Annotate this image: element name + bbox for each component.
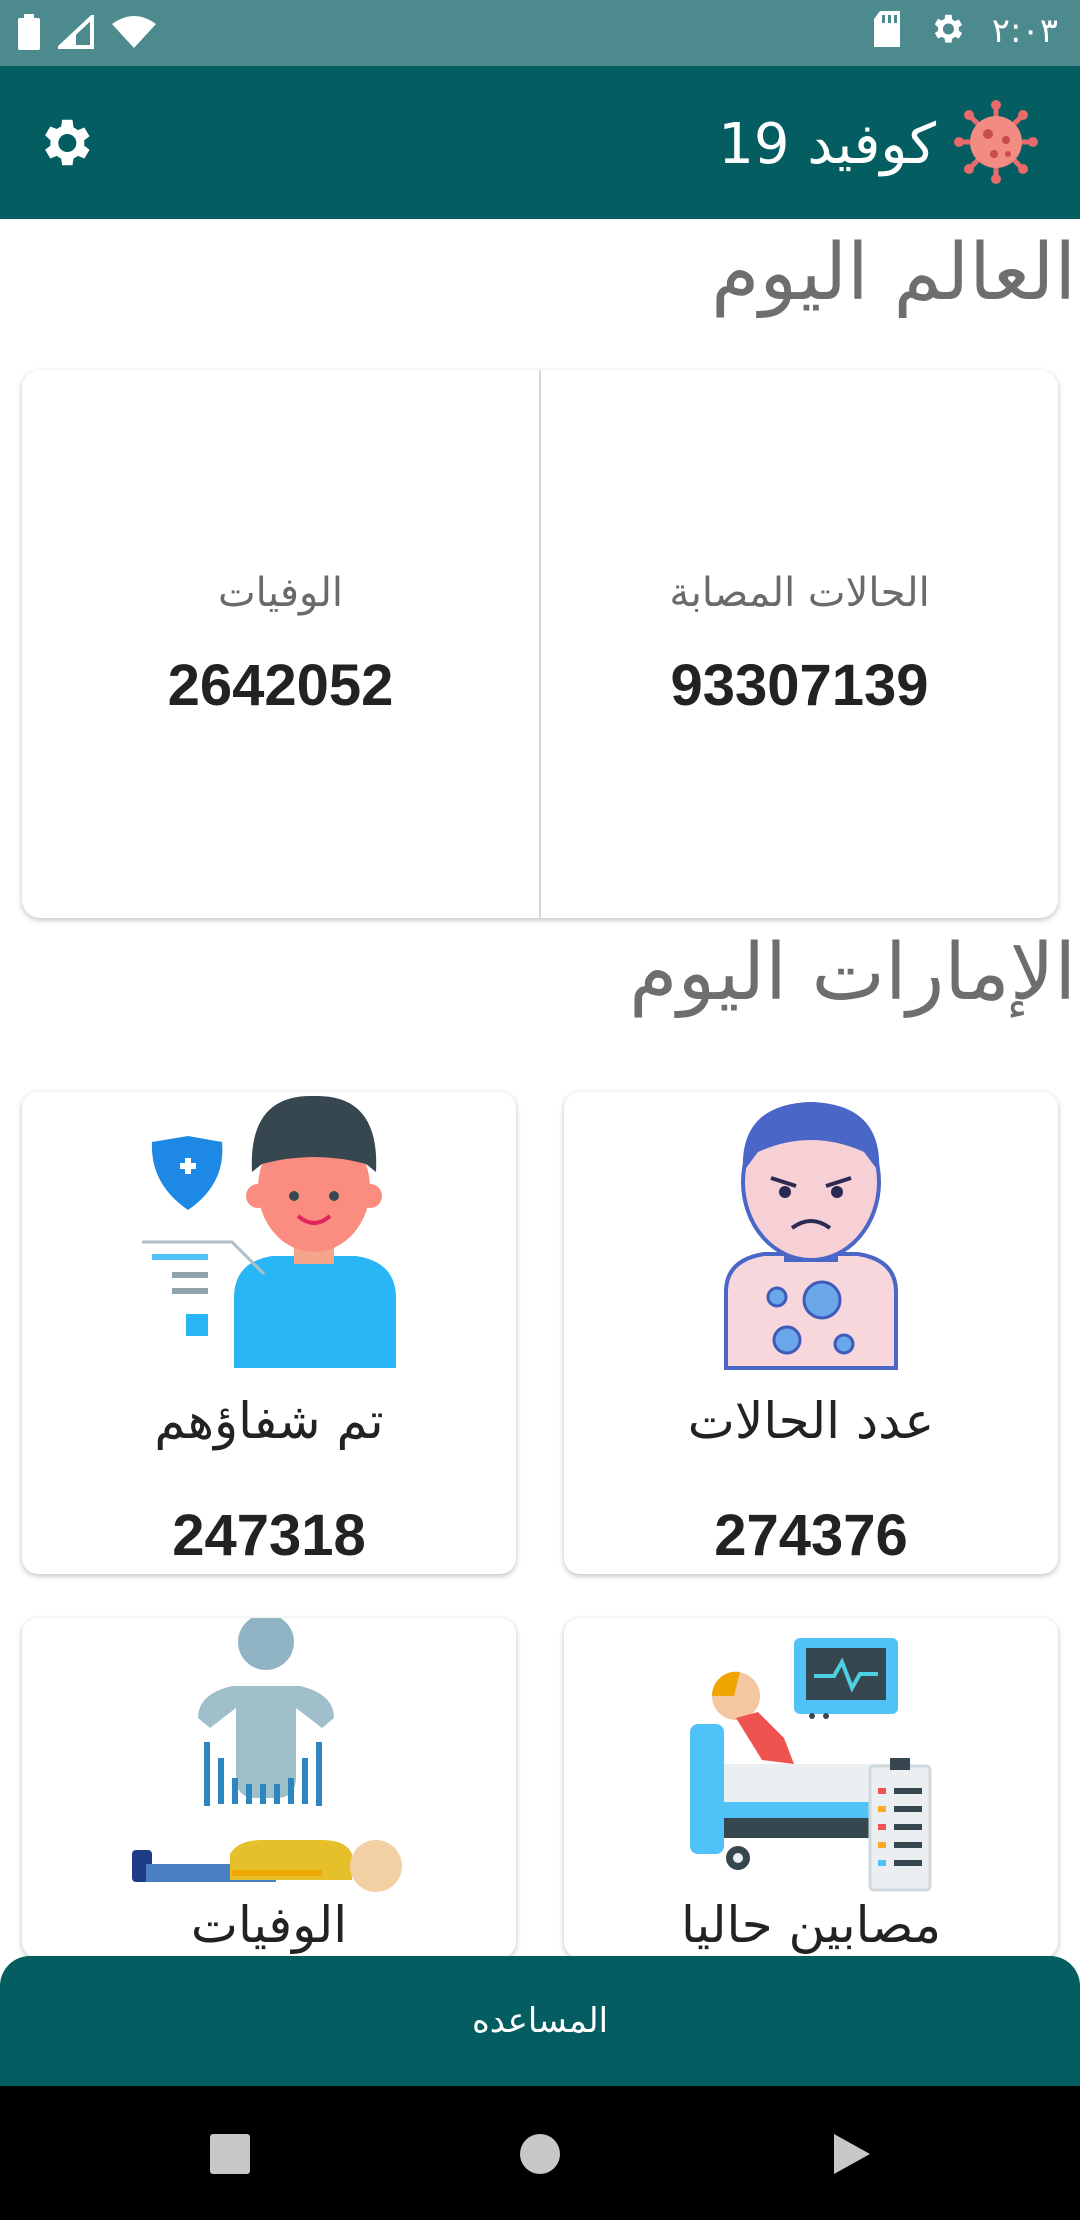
deceased-person-icon <box>22 1618 516 1908</box>
square-icon <box>206 2134 254 2182</box>
tile-total-cases[interactable]: عدد الحالات 274376 <box>564 1092 1058 1574</box>
gear-icon <box>34 119 96 178</box>
home-button[interactable] <box>516 2130 564 2178</box>
tile-total-cases-label: عدد الحالات <box>687 1392 935 1450</box>
triangle-icon <box>826 2134 874 2182</box>
world-cases-cell: الحالات المصابة 93307139 <box>541 370 1058 918</box>
status-time: ٢:٠٣ <box>991 11 1058 51</box>
recents-button[interactable] <box>206 2130 254 2178</box>
app-title: كوفيد 19 <box>718 111 936 177</box>
recovered-person-icon <box>22 1092 516 1382</box>
sd-card-icon <box>872 11 902 51</box>
help-button[interactable]: المساعده <box>0 1956 1080 2086</box>
tile-deaths-label: الوفيات <box>190 1896 348 1954</box>
circle-icon <box>516 2134 564 2182</box>
settings-gear-icon <box>928 10 966 52</box>
settings-button[interactable] <box>34 112 96 174</box>
world-deaths-cell: الوفيات 2642052 <box>22 370 539 918</box>
uae-today-title: الإمارات اليوم <box>629 928 1076 1018</box>
tile-recovered-label: تم شفاؤهم <box>154 1392 384 1450</box>
signal-icon <box>54 12 94 53</box>
help-button-label: المساعده <box>471 2001 609 2041</box>
tile-active-cases[interactable]: مصابين حاليا <box>564 1618 1058 1958</box>
tile-recovered[interactable]: تم شفاؤهم 247318 <box>22 1092 516 1574</box>
virus-icon <box>954 100 1038 188</box>
hospital-bed-icon <box>564 1618 1058 1908</box>
world-cases-label: الحالات المصابة <box>669 569 930 616</box>
status-bar: ٢:٠٣ <box>0 0 1080 66</box>
world-today-title: العالم اليوم <box>711 228 1076 318</box>
tile-total-cases-value: 274376 <box>714 1503 908 1568</box>
sick-person-icon <box>564 1092 1058 1382</box>
tile-active-cases-label: مصابين حاليا <box>680 1896 942 1954</box>
system-nav-bar <box>0 2086 1080 2220</box>
world-stats-card: الحالات المصابة 93307139 الوفيات 2642052 <box>22 370 1058 918</box>
world-deaths-value: 2642052 <box>167 652 394 718</box>
tile-deaths[interactable]: الوفيات <box>22 1618 516 1958</box>
app-bar: كوفيد 19 <box>0 66 1080 219</box>
world-deaths-label: الوفيات <box>218 569 343 616</box>
back-button[interactable] <box>826 2130 874 2178</box>
wifi-icon <box>112 16 156 52</box>
world-cases-value: 93307139 <box>670 652 929 718</box>
tile-recovered-value: 247318 <box>172 1503 366 1568</box>
battery-icon <box>18 14 40 54</box>
